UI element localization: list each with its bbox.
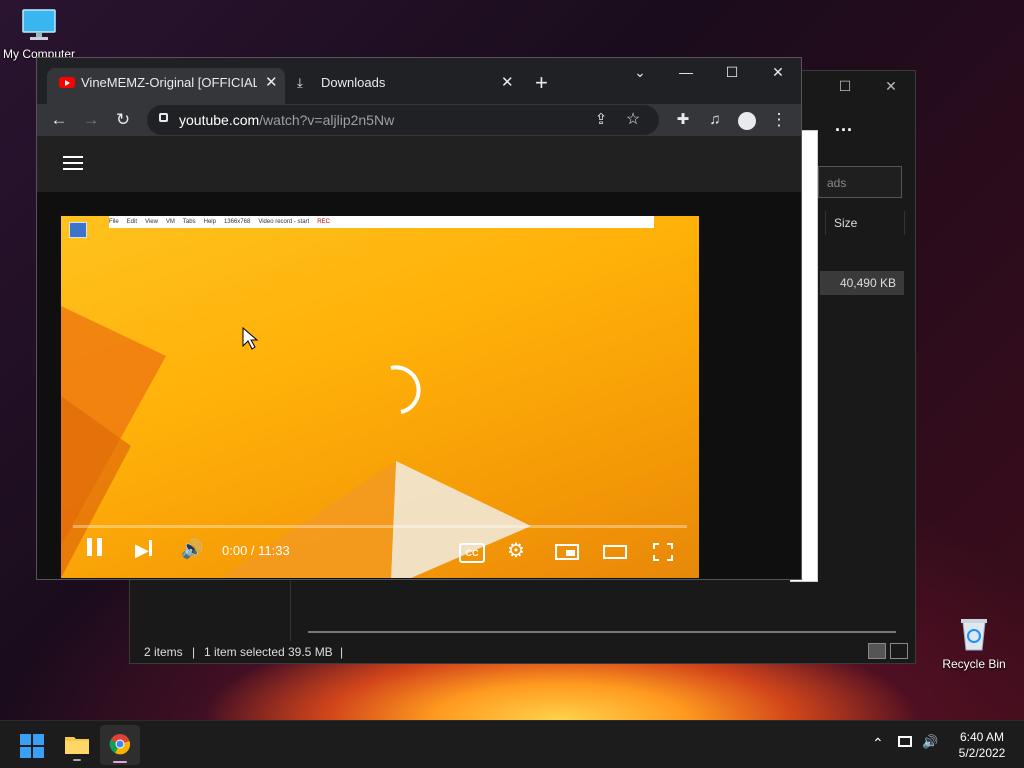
maximize-button[interactable]: ☐ bbox=[709, 58, 755, 88]
hamburger-menu-icon[interactable] bbox=[63, 156, 83, 170]
video-player[interactable]: File Edit View VM Tabs Help 1366x768 Video reco… bbox=[61, 216, 699, 578]
url-host: youtube.com bbox=[179, 112, 260, 128]
desktop: My Computer Recycle Bin ☐ ✕ ... ads Size… bbox=[0, 0, 1024, 720]
chrome-window[interactable]: VineMEMZ-Original [OFFICIAL] F ✕ ⤓ Downl… bbox=[36, 57, 802, 580]
url-text: youtube.com/watch?v=aljlip2n5Nw bbox=[179, 105, 394, 135]
explorer-status-bar: 2 items | 1 item selected 39.5 MB | bbox=[130, 641, 915, 663]
desktop-icon-label: Recycle Bin bbox=[942, 657, 1006, 671]
mouse-cursor-icon bbox=[242, 326, 259, 350]
taskbar-file-explorer[interactable] bbox=[62, 729, 92, 761]
settings-gear-icon[interactable]: ⚙ bbox=[507, 538, 525, 563]
explorer-close-button[interactable]: ✕ bbox=[868, 71, 914, 101]
explorer-more-button[interactable]: ... bbox=[835, 115, 853, 136]
explorer-search-input[interactable]: ads bbox=[818, 166, 902, 198]
new-tab-button[interactable]: + bbox=[535, 68, 548, 98]
profile-avatar-icon[interactable] bbox=[733, 106, 761, 134]
minimize-button[interactable]: — bbox=[663, 58, 709, 88]
media-control-icon[interactable]: ♫ bbox=[701, 106, 729, 134]
lock-icon bbox=[159, 113, 168, 122]
pause-button[interactable] bbox=[87, 538, 102, 561]
youtube-icon bbox=[59, 77, 75, 88]
details-view-button[interactable] bbox=[868, 643, 886, 659]
extensions-icon[interactable]: ✚ bbox=[669, 106, 697, 134]
url-path: /watch?v=aljlip2n5Nw bbox=[259, 112, 395, 128]
menu-kebab-icon[interactable]: ⋮ bbox=[765, 106, 793, 134]
youtube-header bbox=[37, 136, 801, 192]
status-selected-size: 39.5 MB bbox=[288, 645, 333, 659]
inner-vm-toolbar: File Edit View VM Tabs Help 1366x768 Video reco… bbox=[109, 216, 654, 228]
loading-spinner-icon bbox=[390, 365, 421, 414]
folder-icon bbox=[65, 737, 89, 754]
tiles-view-button[interactable] bbox=[890, 643, 908, 659]
explorer-horizontal-scrollbar[interactable] bbox=[308, 631, 896, 633]
share-icon[interactable]: ⇪ bbox=[587, 106, 615, 134]
forward-button[interactable]: → bbox=[77, 106, 105, 134]
tab-title: Downloads bbox=[321, 75, 386, 90]
status-divider: | bbox=[340, 645, 344, 659]
tab-youtube[interactable]: VineMEMZ-Original [OFFICIAL] F ✕ bbox=[47, 68, 285, 104]
desktop-icon-my-computer[interactable]: My Computer bbox=[1, 8, 77, 61]
status-selected: 1 item selected bbox=[204, 645, 285, 659]
volume-icon[interactable]: 🔊 bbox=[181, 539, 203, 560]
chrome-toolbar: ← → ↻ youtube.com/watch?v=aljlip2n5Nw ⇪ … bbox=[37, 104, 801, 136]
recycle-bin-icon bbox=[961, 619, 987, 651]
tab-search-button[interactable]: ⌄ bbox=[617, 58, 663, 88]
video-progress-bar[interactable] bbox=[73, 525, 687, 528]
reload-button[interactable]: ↻ bbox=[109, 106, 137, 134]
explorer-maximize-button[interactable]: ☐ bbox=[822, 71, 868, 101]
taskbar-chrome[interactable] bbox=[100, 725, 140, 765]
status-item-count: 2 items bbox=[144, 645, 183, 659]
clock-date: 5/2/2022 bbox=[958, 746, 1006, 760]
column-header-size[interactable]: Size bbox=[825, 211, 905, 235]
theater-mode-button[interactable] bbox=[603, 545, 627, 559]
show-hidden-icons-chevron[interactable]: ⌃ bbox=[872, 735, 884, 752]
miniplayer-button[interactable] bbox=[555, 544, 579, 560]
desktop-icon-recycle-bin[interactable]: Recycle Bin bbox=[936, 616, 1012, 671]
inner-desktop-icon bbox=[69, 222, 87, 238]
volume-icon[interactable]: 🔊 bbox=[922, 734, 938, 750]
monitor-icon bbox=[22, 9, 56, 40]
clock-time: 6:40 AM bbox=[959, 730, 1005, 744]
tab-title: VineMEMZ-Original [OFFICIAL] F bbox=[81, 75, 257, 90]
fullscreen-icon[interactable] bbox=[653, 543, 673, 561]
chrome-icon bbox=[109, 734, 131, 755]
taskbar-clock[interactable]: 6:40 AM 5/2/2022 bbox=[950, 729, 1014, 761]
bookmark-star-icon[interactable]: ☆ bbox=[619, 106, 647, 134]
status-divider: | bbox=[192, 645, 196, 659]
taskbar: ⌃ 🔊 6:40 AM 5/2/2022 bbox=[0, 720, 1024, 768]
download-icon: ⤓ bbox=[297, 75, 303, 90]
youtube-page: File Edit View VM Tabs Help 1366x768 Video reco… bbox=[37, 136, 801, 579]
next-button[interactable]: ▶ bbox=[135, 540, 152, 561]
tab-downloads[interactable]: ⤓ Downloads ✕ bbox=[287, 68, 519, 104]
back-button[interactable]: ← bbox=[45, 106, 73, 134]
selected-file-size[interactable]: 40,490 KB bbox=[820, 271, 904, 295]
tab-close-icon[interactable]: ✕ bbox=[501, 68, 514, 98]
start-button[interactable] bbox=[20, 734, 44, 758]
explorer-pane-divider bbox=[290, 581, 291, 641]
captions-button[interactable]: CC bbox=[459, 543, 485, 563]
network-icon[interactable] bbox=[898, 735, 912, 750]
address-bar[interactable]: youtube.com/watch?v=aljlip2n5Nw ⇪ ☆ bbox=[147, 105, 659, 135]
tab-strip: VineMEMZ-Original [OFFICIAL] F ✕ ⤓ Downl… bbox=[37, 58, 801, 104]
video-frame-shapes bbox=[61, 306, 531, 578]
video-time: 0:00 / 11:33 bbox=[222, 543, 290, 558]
tab-close-icon[interactable]: ✕ bbox=[265, 68, 278, 98]
windows-logo-icon bbox=[20, 734, 44, 758]
close-button[interactable]: ✕ bbox=[755, 58, 801, 88]
